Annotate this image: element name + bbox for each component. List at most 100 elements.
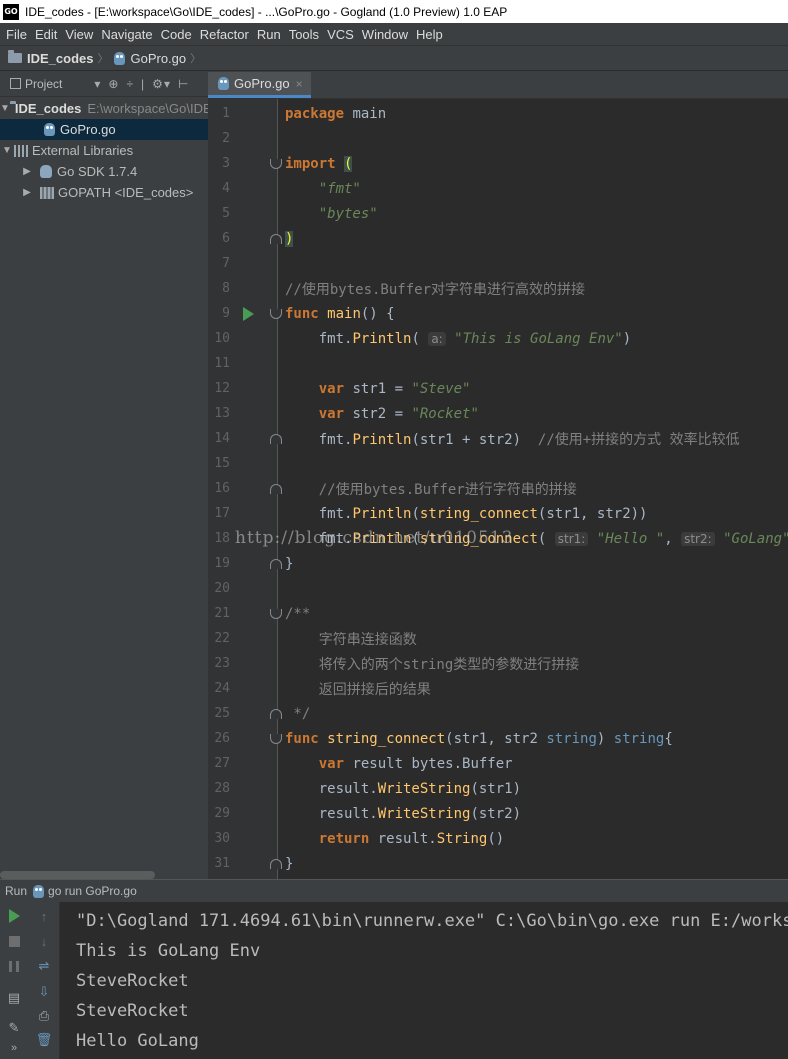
- pin-icon[interactable]: ✎: [6, 1020, 22, 1036]
- code-line[interactable]: 17 fmt.Println(string_connect(str1, str2…: [208, 501, 788, 526]
- code-line[interactable]: 8 //使用bytes.Buffer对字符串进行高效的拼接: [208, 276, 788, 301]
- code-line[interactable]: 14 fmt.Println(str1 + str2) //使用+拼接的方式 效…: [208, 426, 788, 451]
- hide-panel-icon[interactable]: ⊢: [178, 77, 188, 91]
- code-line[interactable]: 23 将传入的两个string类型的参数进行拼接: [208, 651, 788, 676]
- line-number: 3: [222, 156, 230, 171]
- tab-gopro-go[interactable]: GoPro.go ×: [208, 72, 311, 98]
- line-number: 16: [214, 481, 230, 496]
- code-line[interactable]: 18 fmt.Println(string_connect( str1: "He…: [208, 526, 788, 551]
- fold-end-icon[interactable]: [270, 558, 282, 569]
- code-line[interactable]: 16 //使用bytes.Buffer进行字符串的拼接: [208, 476, 788, 501]
- menu-run[interactable]: Run: [253, 27, 285, 42]
- code-line[interactable]: 28 result.WriteString(str1): [208, 776, 788, 801]
- tree-item-go-sdk[interactable]: ▶ Go SDK 1.7.4: [0, 161, 208, 182]
- stop-icon[interactable]: [6, 933, 22, 949]
- breadcrumb-project[interactable]: IDE_codes: [8, 50, 93, 66]
- code-line[interactable]: 31}: [208, 851, 788, 876]
- code-line[interactable]: 1 package main: [208, 101, 788, 126]
- expand-arrow-icon[interactable]: ▼: [0, 103, 10, 114]
- code-line[interactable]: 11: [208, 351, 788, 376]
- close-icon[interactable]: ×: [296, 77, 303, 91]
- code-line[interactable]: 30 return result.String(): [208, 826, 788, 851]
- code-line[interactable]: 19}: [208, 551, 788, 576]
- menu-tools[interactable]: Tools: [285, 27, 323, 42]
- code-line[interactable]: 29 result.WriteString(str2): [208, 801, 788, 826]
- fold-open-icon[interactable]: [270, 158, 282, 169]
- pause-icon[interactable]: [6, 958, 22, 974]
- fold-end-icon[interactable]: [270, 708, 282, 719]
- run-panel-header: Run go run GoPro.go: [0, 880, 788, 902]
- collapse-all-icon[interactable]: ÷: [126, 77, 133, 91]
- code-line[interactable]: 24 返回拼接后的结果: [208, 676, 788, 701]
- fold-end-icon[interactable]: [270, 858, 282, 869]
- menu-file[interactable]: File: [2, 27, 31, 42]
- tree-item-external-libraries[interactable]: ▼ External Libraries: [0, 140, 208, 161]
- run-config-name[interactable]: go run GoPro.go: [48, 884, 137, 898]
- code-text: }: [285, 855, 294, 872]
- code-line[interactable]: 10 fmt.Println( a: "This is GoLang Env"): [208, 326, 788, 351]
- tree-item-project-root[interactable]: ▼ IDE_codes E:\workspace\Go\IDE_codes: [0, 98, 208, 119]
- arrow-up-icon[interactable]: ↑: [36, 908, 52, 924]
- fold-end-icon[interactable]: [270, 433, 282, 444]
- menu-refactor[interactable]: Refactor: [196, 27, 253, 42]
- gear-dropdown-icon[interactable]: ▾: [164, 77, 170, 91]
- code-line[interactable]: 9 func main() {: [208, 301, 788, 326]
- code-line[interactable]: 6): [208, 226, 788, 251]
- layout-icon[interactable]: ▤: [6, 990, 22, 1006]
- fold-end-icon[interactable]: [270, 483, 282, 494]
- line-number: 11: [214, 356, 230, 371]
- breadcrumb-file[interactable]: GoPro.go: [114, 51, 186, 66]
- code-line[interactable]: 21 /**: [208, 601, 788, 626]
- menu-edit[interactable]: Edit: [31, 27, 61, 42]
- fold-end-icon[interactable]: [270, 233, 282, 244]
- code-area[interactable]: 1 package main 2 3 import ( 4 "fmt" 5 "bytes" 6…: [208, 99, 788, 879]
- collapse-arrow-icon[interactable]: ▶: [20, 187, 34, 198]
- code-line[interactable]: 3 import (: [208, 151, 788, 176]
- menu-vcs[interactable]: VCS: [323, 27, 358, 42]
- gear-icon[interactable]: ⚙: [152, 77, 163, 91]
- run-console-output[interactable]: "D:\Gogland 171.4694.61\bin\runnerw.exe"…: [76, 902, 788, 1059]
- line-number: 31: [214, 856, 230, 871]
- fold-open-icon[interactable]: [270, 733, 282, 744]
- code-line[interactable]: 5 "bytes": [208, 201, 788, 226]
- menu-view[interactable]: View: [61, 27, 97, 42]
- dropdown-arrow-icon[interactable]: ▾: [94, 77, 100, 91]
- menu-help[interactable]: Help: [412, 27, 447, 42]
- scroll-to-end-icon[interactable]: ⇩: [36, 984, 52, 1000]
- fold-open-icon[interactable]: [270, 608, 282, 619]
- scroll-from-source-icon[interactable]: ⊕: [108, 77, 118, 91]
- code-line[interactable]: 12 var str1 = "Steve": [208, 376, 788, 401]
- code-line[interactable]: 4 "fmt": [208, 176, 788, 201]
- tree-item-gopro-file[interactable]: GoPro.go: [0, 119, 208, 140]
- project-view-selector[interactable]: Project: [25, 77, 62, 91]
- code-line[interactable]: 26 func string_connect(str1, str2 string)…: [208, 726, 788, 751]
- menu-window[interactable]: Window: [358, 27, 412, 42]
- code-line[interactable]: 25 */: [208, 701, 788, 726]
- project-horizontal-scrollbar[interactable]: [0, 871, 155, 879]
- arrow-down-icon[interactable]: ↓: [36, 933, 52, 949]
- soft-wrap-icon[interactable]: ⇌: [36, 958, 52, 974]
- code-line[interactable]: 20: [208, 576, 788, 601]
- project-view-icon: [10, 78, 21, 89]
- rerun-icon[interactable]: [6, 908, 22, 924]
- code-line[interactable]: 22 字符串连接函数: [208, 626, 788, 651]
- code-line[interactable]: 7: [208, 251, 788, 276]
- tree-item-gopath[interactable]: ▶ GOPATH <IDE_codes>: [0, 182, 208, 203]
- line-number: 8: [222, 281, 230, 296]
- trash-icon[interactable]: 🗑: [36, 1032, 53, 1048]
- menu-navigate[interactable]: Navigate: [97, 27, 156, 42]
- code-line[interactable]: 15: [208, 451, 788, 476]
- expand-arrow-icon[interactable]: ▼: [0, 145, 14, 156]
- code-line[interactable]: 27 var result bytes.Buffer: [208, 751, 788, 776]
- code-line[interactable]: 2: [208, 126, 788, 151]
- code-text: import (: [285, 155, 353, 172]
- print-icon[interactable]: ⎙: [36, 1008, 52, 1024]
- menu-code[interactable]: Code: [157, 27, 196, 42]
- more-icon[interactable]: »: [6, 1040, 22, 1056]
- collapse-arrow-icon[interactable]: ▶: [20, 166, 34, 177]
- line-number: 22: [214, 631, 230, 646]
- fold-open-icon[interactable]: [270, 308, 282, 319]
- run-gutter-icon[interactable]: [243, 306, 254, 321]
- code-line[interactable]: 13 var str2 = "Rocket": [208, 401, 788, 426]
- code-editor[interactable]: GoPro.go × 1 package main 2 3 import ( 4 "fmt…: [208, 71, 788, 879]
